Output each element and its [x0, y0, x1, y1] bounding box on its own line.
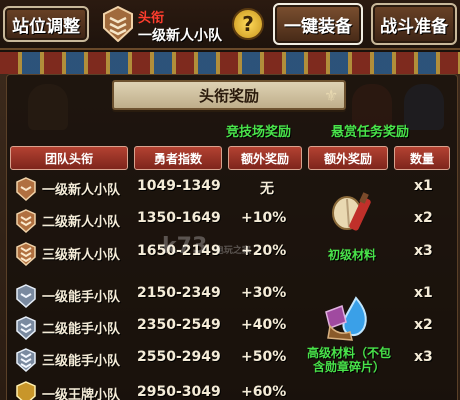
row-index-range: 2350-2549	[137, 317, 221, 333]
header-arena-extra: 额外奖励	[228, 146, 302, 170]
row-arena-bonus: +50%	[241, 349, 287, 365]
row-arena-bonus: +30%	[241, 285, 287, 301]
help-icon[interactable]: ?	[232, 8, 264, 40]
header-team-title: 团队头衔	[10, 146, 128, 170]
row-title-name: 一级能手小队	[42, 290, 121, 305]
row-index-range: 1350-1649	[137, 210, 221, 226]
advanced-material-label: 高级材料（不包含勋章碎片）	[306, 346, 391, 374]
watermark-subtext: 电玩之家	[214, 246, 251, 256]
panel-banner: 头衔奖励	[112, 80, 346, 110]
bronze-rank-icon	[16, 177, 36, 201]
row-title-name: 一级王牌小队	[42, 388, 121, 400]
row-index-range: 2150-2349	[137, 285, 221, 301]
gold-rank-icon	[16, 381, 36, 400]
silver-rank-icon	[16, 284, 36, 308]
header-hero-index: 勇者指数	[134, 146, 222, 170]
arena-reward-group-label: 竞技场奖励	[226, 125, 292, 140]
basic-material-label: 初级材料	[327, 248, 376, 262]
row-title-name: 二级新人小队	[42, 215, 121, 230]
row-arena-bonus: +40%	[241, 317, 287, 333]
row-quest-qty: x2	[414, 210, 433, 226]
row-title-name: 三级能手小队	[42, 354, 121, 369]
bunting-decoration	[0, 52, 460, 74]
row-quest-qty: x1	[414, 178, 433, 194]
row-quest-qty: x2	[414, 317, 433, 333]
row-index-range: 2550-2949	[137, 349, 221, 365]
row-arena-bonus: +10%	[241, 210, 287, 226]
row-index-range: 1049-1349	[137, 178, 221, 194]
auto-equip-button[interactable]: 一键装备	[273, 3, 363, 45]
row-index-range: 2950-3049	[137, 384, 221, 400]
battle-prep-button[interactable]: 战斗准备	[371, 3, 457, 45]
current-title-name: 一级新人小队	[138, 28, 222, 44]
title-label: 头衔	[138, 11, 165, 26]
ornament-right-icon: ⚜	[324, 86, 339, 105]
row-title-name: 一级新人小队	[42, 183, 121, 198]
basic-material-icon	[332, 192, 371, 231]
row-arena-bonus: +60%	[241, 384, 287, 400]
advanced-material-icon	[325, 296, 367, 341]
row-quest-qty: x3	[414, 349, 433, 365]
watermark: k73 电玩之家	[162, 234, 251, 259]
station-adjust-button[interactable]: 站位调整	[3, 6, 89, 42]
row-arena-bonus: 无	[260, 181, 274, 197]
row-quest-qty: x3	[414, 243, 433, 259]
watermark-text: k73	[162, 234, 208, 259]
row-title-name: 三级新人小队	[42, 248, 121, 263]
silver-rank-icon	[16, 316, 36, 340]
row-title-name: 二级能手小队	[42, 322, 121, 337]
silver-rank-icon	[16, 348, 36, 372]
quest-reward-group-label: 悬赏任务奖励	[331, 125, 410, 140]
bronze-rank-icon	[16, 242, 36, 266]
rank-badge-icon	[103, 6, 133, 42]
row-quest-qty: x1	[414, 285, 433, 301]
panel-title: 头衔奖励	[198, 86, 259, 105]
bronze-rank-icon	[16, 209, 36, 233]
header-quest-extra: 额外奖励	[308, 146, 388, 170]
header-quantity: 数量	[394, 146, 450, 170]
